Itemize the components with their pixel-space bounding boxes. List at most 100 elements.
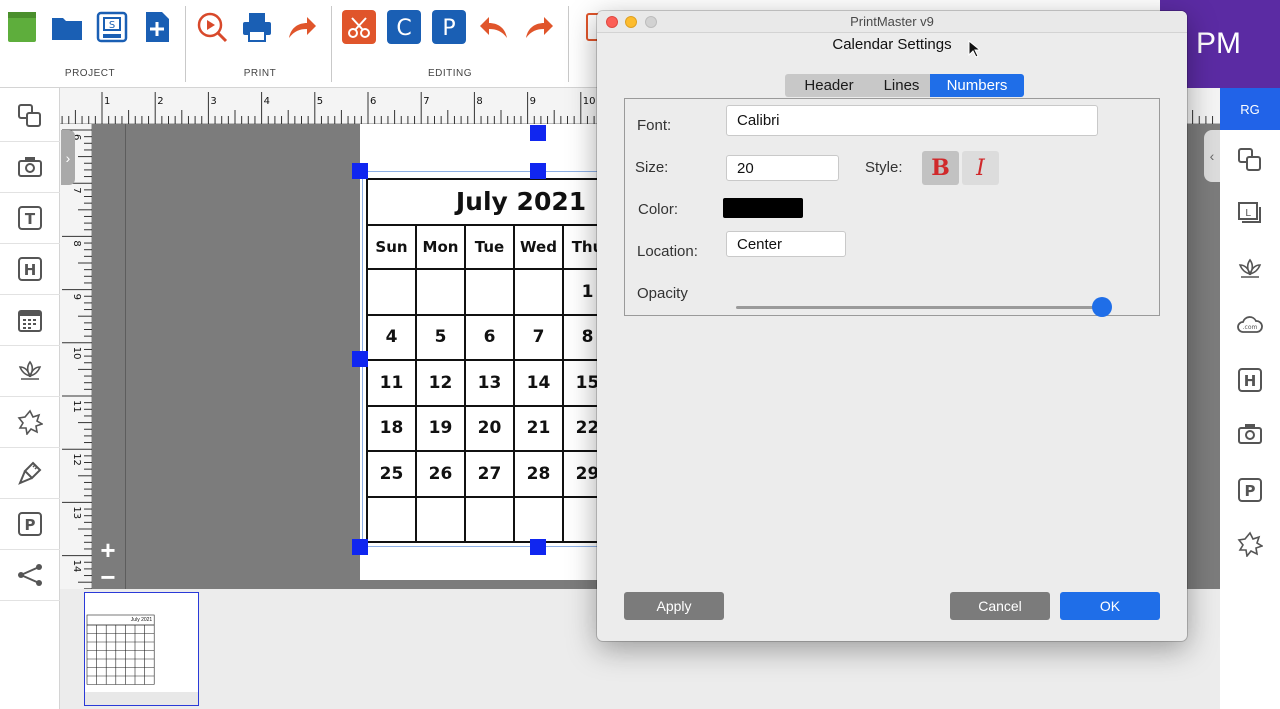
resize-handle-top-left[interactable] (352, 163, 368, 179)
undo-button[interactable] (477, 10, 511, 44)
right-tool-effects[interactable] (1230, 524, 1270, 564)
italic-toggle[interactable]: I (962, 151, 999, 185)
ruler-label: 10 (71, 347, 82, 360)
user-avatar[interactable]: RG (1220, 88, 1280, 130)
cloud-com-icon: .com (1237, 316, 1263, 333)
right-tool-graphics[interactable] (1230, 249, 1270, 289)
resize-handle-bottom[interactable] (530, 539, 546, 555)
calendar-day-cell[interactable] (366, 495, 417, 543)
calendar-day-cell[interactable]: 20 (464, 404, 515, 452)
rotate-handle[interactable] (530, 125, 546, 141)
paint-tool[interactable] (0, 448, 60, 499)
text-tool[interactable]: T (0, 193, 60, 244)
share-button[interactable] (285, 10, 319, 44)
print-preview-button[interactable] (195, 10, 229, 44)
zoom-out-button[interactable]: − (96, 564, 120, 590)
paste-button[interactable]: P (432, 10, 466, 44)
layout-stack-icon: L (1238, 202, 1261, 223)
tab-numbers[interactable]: Numbers (930, 74, 1024, 97)
ok-button[interactable]: OK (1060, 592, 1160, 620)
photo-tool[interactable] (0, 142, 60, 193)
collapse-right-panel-button[interactable]: ‹ (1204, 130, 1220, 182)
new-project-button[interactable] (5, 10, 39, 44)
color-swatch[interactable] (723, 198, 803, 218)
weekday-label: Mon (415, 224, 466, 270)
right-tool-layouts[interactable]: L (1230, 194, 1270, 234)
canvas-edge (125, 124, 126, 589)
calendar-day-cell[interactable]: 4 (366, 313, 417, 361)
opacity-slider-track[interactable] (736, 306, 1102, 309)
calendar-day-cell[interactable]: 18 (366, 404, 417, 452)
calendar-day-cell[interactable]: 25 (366, 450, 417, 498)
right-tool-online[interactable]: .com (1230, 305, 1270, 345)
opacity-label: Opacity (637, 285, 688, 302)
calendar-day-cell[interactable]: 11 (366, 359, 417, 407)
calendar-day-cell[interactable]: 26 (415, 450, 466, 498)
ruler-label: 2 (157, 96, 163, 107)
bold-toggle[interactable]: B (922, 151, 959, 185)
weekday-label: Wed (513, 224, 564, 270)
calendar-day-cell[interactable] (464, 268, 515, 316)
font-field[interactable]: Calibri (726, 105, 1098, 136)
calendar-day-cell[interactable]: 28 (513, 450, 564, 498)
apply-button[interactable]: Apply (624, 592, 724, 620)
right-tool-headline[interactable]: H (1230, 360, 1270, 400)
redo-button[interactable] (522, 10, 556, 44)
chevron-right-icon: › (65, 149, 71, 166)
calendar-day-cell[interactable]: 6 (464, 313, 515, 361)
calendar-day-cell[interactable]: 19 (415, 404, 466, 452)
size-field[interactable]: 20 (726, 155, 839, 181)
calendar-day-cell[interactable]: 7 (513, 313, 564, 361)
tab-lines[interactable]: Lines (873, 74, 930, 97)
opacity-slider-handle[interactable] (1092, 297, 1112, 317)
zoom-in-button[interactable]: + (96, 536, 120, 564)
page-thumbnail[interactable]: July 2021 (84, 592, 199, 706)
text-t-icon: T (18, 206, 42, 230)
collapse-left-panel-button[interactable]: › (61, 130, 75, 185)
cancel-button[interactable]: Cancel (950, 592, 1050, 620)
calendar-day-cell[interactable]: 14 (513, 359, 564, 407)
copy-button[interactable]: C (387, 10, 421, 44)
right-tool-publish[interactable]: P (1230, 470, 1270, 510)
svg-text:H: H (1244, 372, 1257, 390)
layers-button[interactable] (577, 10, 605, 44)
ruler-label: 4 (264, 96, 270, 107)
weekday-header-row: Sun Mon Tue Wed Thu (366, 224, 613, 270)
headline-tool[interactable]: H (0, 244, 60, 295)
folder-icon (52, 18, 82, 40)
effects-tool[interactable] (0, 397, 60, 448)
calendar-day-cell[interactable]: 27 (464, 450, 515, 498)
calendar-day-cell[interactable]: 5 (415, 313, 466, 361)
calendar-day-cell[interactable]: 13 (464, 359, 515, 407)
location-select[interactable]: Center (726, 231, 846, 257)
calendar-tool[interactable] (0, 295, 60, 346)
calendar-day-cell[interactable] (513, 495, 564, 543)
calendar-day-cell[interactable] (513, 268, 564, 316)
resize-handle-bottom-left[interactable] (352, 539, 368, 555)
scissors-icon (348, 17, 370, 38)
print-button[interactable] (240, 10, 274, 44)
calendar-grid[interactable]: Sun Mon Tue Wed Thu 1 4 5 6 7 8 11 12 13 14 15 18 19 20 21 2… (366, 178, 613, 543)
calendar-day-cell[interactable] (464, 495, 515, 543)
save-project-button[interactable]: S (95, 10, 129, 44)
calendar-day-cell[interactable]: 12 (415, 359, 466, 407)
resize-handle-top[interactable] (530, 163, 546, 179)
thumbnail-calendar-grid (86, 614, 155, 685)
tab-header[interactable]: Header (785, 74, 873, 97)
calendar-day-cell[interactable] (415, 268, 466, 316)
svg-text:P: P (25, 516, 36, 534)
open-project-button[interactable] (50, 10, 84, 44)
calendar-day-cell[interactable] (415, 495, 466, 543)
calendar-day-cell[interactable] (366, 268, 417, 316)
resize-handle-left[interactable] (352, 351, 368, 367)
calendar-day-cell[interactable]: 21 (513, 404, 564, 452)
publish-tool[interactable]: P (0, 499, 60, 550)
right-tool-shapes[interactable] (1230, 140, 1270, 180)
cut-button[interactable] (342, 10, 376, 44)
graphics-tool[interactable] (0, 346, 60, 397)
connector-tool[interactable] (0, 550, 60, 601)
add-page-button[interactable] (140, 10, 174, 44)
shapes-tool[interactable] (0, 91, 60, 142)
right-tool-photo[interactable] (1230, 414, 1270, 454)
calendar-week-row (366, 495, 613, 543)
